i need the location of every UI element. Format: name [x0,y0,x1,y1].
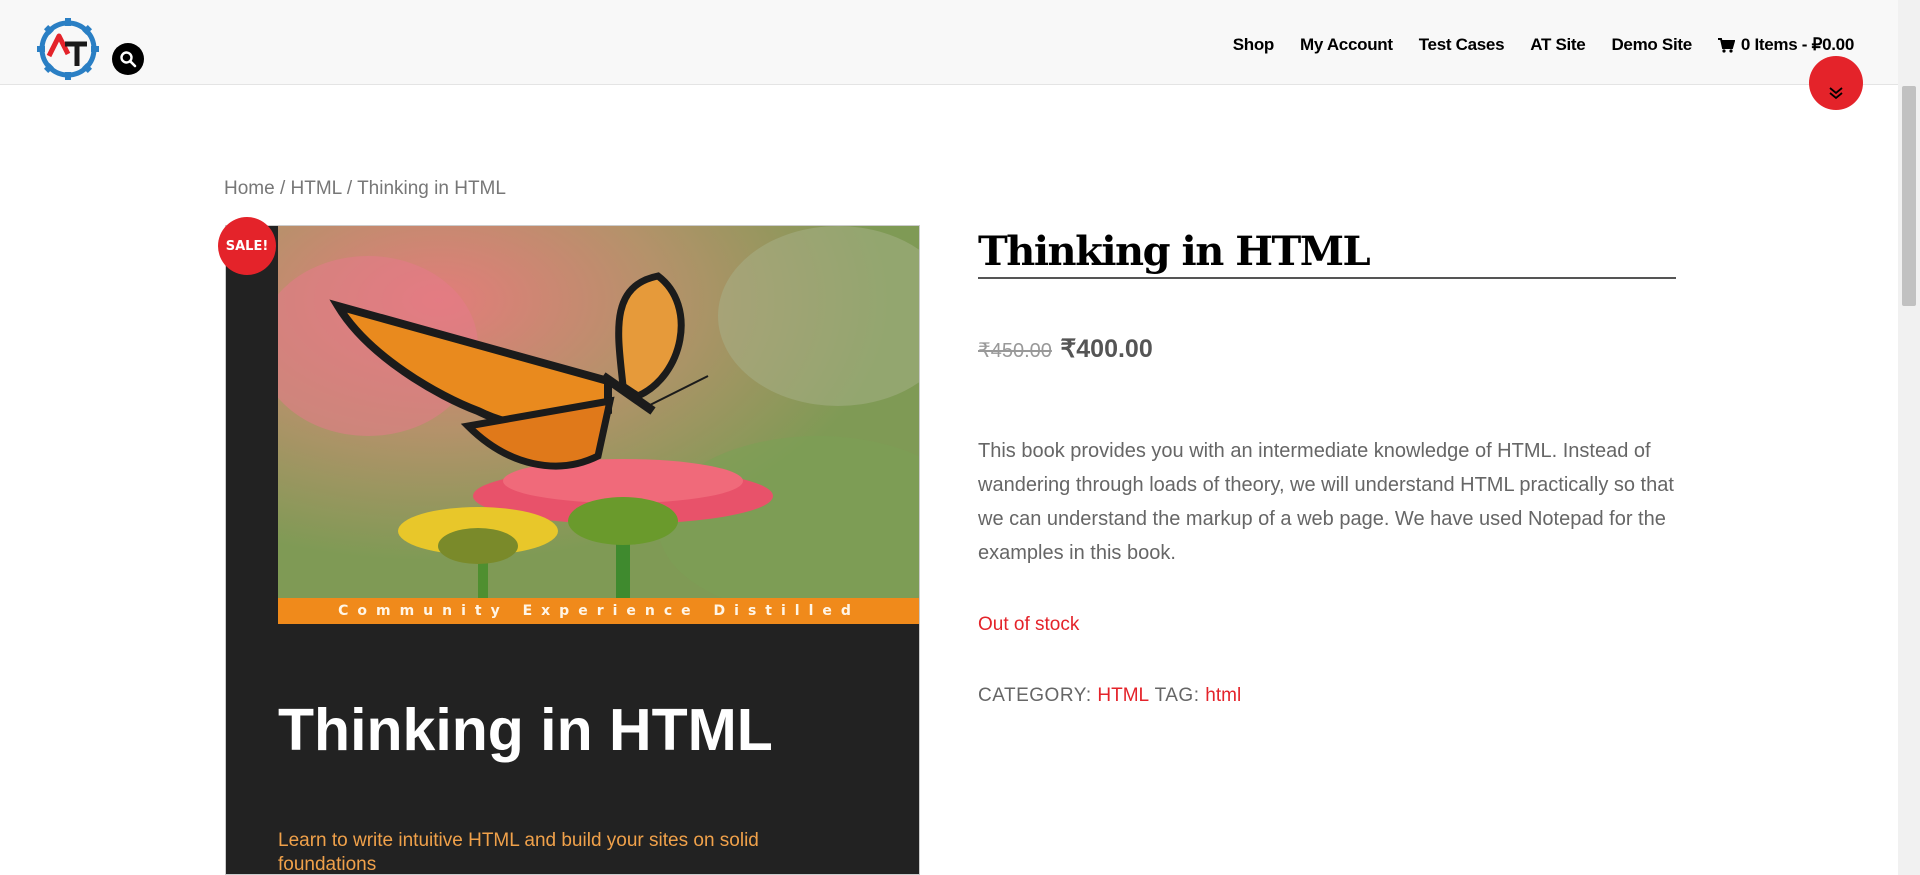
butterfly-flower-photo [278,226,919,598]
gear-logo-icon [37,18,99,80]
tag-label: TAG: [1154,685,1200,706]
nav-at-site[interactable]: AT Site [1530,35,1586,55]
breadcrumb-category[interactable]: HTML [291,178,342,199]
nav-test-cases[interactable]: Test Cases [1419,35,1505,55]
sale-badge: SALE! [218,217,276,275]
nav-my-account[interactable]: My Account [1300,35,1393,55]
sale-price: ₹400.00 [1060,335,1153,363]
main-nav: Shop My Account Test Cases AT Site Demo … [1233,35,1855,55]
scrollbar-thumb[interactable] [1902,86,1916,306]
breadcrumb-separator: / [279,178,286,199]
breadcrumb-current: Thinking in HTML [357,178,506,199]
breadcrumb-home[interactable]: Home [224,178,275,199]
site-logo[interactable] [35,16,101,82]
cover-subtitle: Learn to write intuitive HTML and build … [278,830,759,875]
product-image[interactable]: Community Experience Distilled Thinking … [225,225,920,875]
nav-shop[interactable]: Shop [1233,35,1275,55]
cover-title: Thinking in HTML [278,697,773,763]
product-meta: CATEGORY: HTML TAG: html [978,685,1241,707]
double-chevron-down-icon [1829,87,1843,100]
stock-status: Out of stock [978,614,1080,635]
product-description: This book provides you with an intermedi… [978,440,1674,564]
cart-link[interactable]: 0 Items - ₽0.00 [1717,35,1854,55]
cart-total: 0 Items - ₽0.00 [1740,35,1854,54]
price-block: ₹450.00 ₹400.00 [978,334,1153,364]
old-price: ₹450.00 [978,340,1052,362]
breadcrumb-separator: / [346,178,353,199]
nav-demo-site[interactable]: Demo Site [1611,35,1692,55]
scroll-down-button[interactable] [1809,56,1863,110]
category-link[interactable]: HTML [1097,685,1149,706]
tag-link[interactable]: html [1205,685,1241,706]
search-button[interactable] [112,43,144,75]
cart-icon [1717,37,1735,53]
cover-band-text: Community Experience Distilled [278,598,919,624]
site-header: Shop My Account Test Cases AT Site Demo … [0,0,1898,85]
breadcrumb: Home / HTML / Thinking in HTML [224,178,506,200]
product-title: Thinking in HTML [978,228,1676,279]
search-icon [120,51,137,68]
category-label: CATEGORY: [978,685,1092,706]
